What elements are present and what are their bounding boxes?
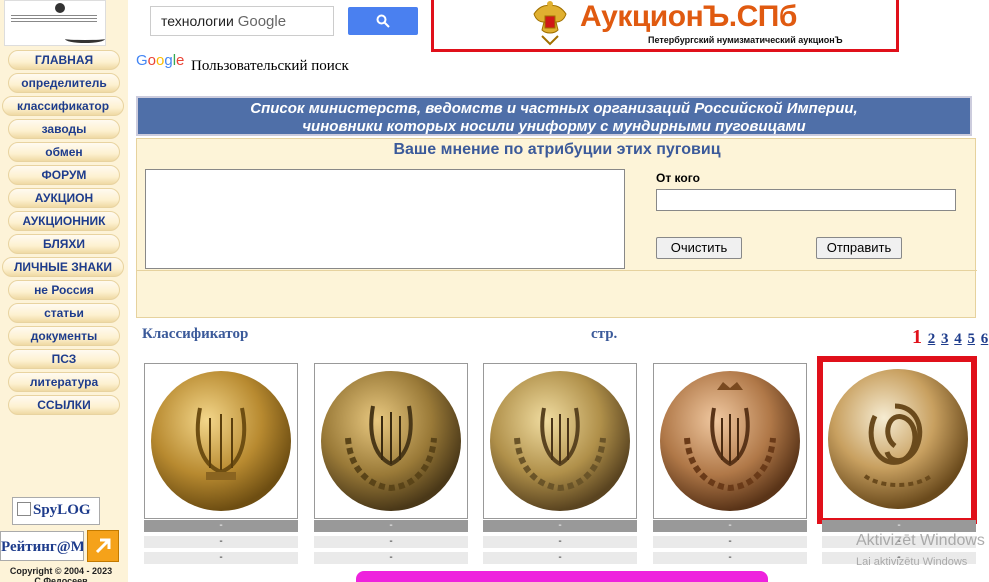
spylog-counter[interactable]: SpyLOG — [12, 497, 100, 525]
monogram-button-image — [828, 369, 968, 509]
nav-item-psz[interactable]: ПСЗ — [8, 349, 120, 369]
opinion-textarea[interactable] — [145, 169, 625, 269]
button-thumbnail-selected[interactable] — [817, 356, 977, 524]
button-thumbnail[interactable] — [483, 363, 637, 519]
google-logo: Google — [136, 52, 185, 69]
lyre-wreath-button-image — [490, 371, 630, 511]
nav-item-identifier[interactable]: определитель — [8, 73, 120, 93]
thumbnail-caption: - — [653, 552, 807, 564]
nav-item-exchange[interactable]: обмен — [8, 142, 120, 162]
page-link[interactable]: 2 — [928, 331, 936, 347]
nav-item-literature[interactable]: литература — [8, 372, 120, 392]
thumbnail-caption: - — [653, 520, 807, 532]
page-link[interactable]: 5 — [968, 331, 976, 347]
site-logo[interactable] — [4, 0, 106, 46]
search-button[interactable] — [348, 7, 418, 35]
page-label: стр. — [591, 326, 618, 342]
thumbnail-caption: - — [144, 520, 298, 532]
page-link[interactable]: 4 — [954, 331, 962, 347]
nav-item-classifier[interactable]: классификатор — [2, 96, 124, 116]
thumbnail-caption: - — [314, 536, 468, 548]
button-thumbnail[interactable] — [653, 363, 807, 519]
external-link-button[interactable] — [87, 530, 119, 562]
search-input[interactable]: технологии Google — [150, 6, 334, 36]
nav-item-forum[interactable]: ФОРУМ — [8, 165, 120, 185]
from-field[interactable] — [656, 189, 956, 211]
bottom-banner[interactable] — [356, 571, 768, 582]
send-button[interactable]: Отправить — [816, 237, 902, 259]
double-headed-eagle-icon — [533, 1, 567, 46]
page-current: 1 — [912, 326, 922, 348]
windows-activation-subtext: Lai aktivizētu Windows — [856, 556, 968, 568]
thumbnail-caption: - — [314, 552, 468, 564]
auction-banner[interactable]: АукционЪ.СПб Петербургский нумизматическ… — [431, 0, 899, 52]
lyre-crown-button-image — [660, 371, 800, 511]
opinion-form: Ваше мнение по атрибуции этих пуговиц От… — [136, 138, 977, 318]
thumbnail-caption: - — [483, 552, 637, 564]
arrow-up-right-icon — [95, 538, 111, 554]
nav-item-badges[interactable]: БЛЯХИ — [8, 234, 120, 254]
search-icon — [376, 14, 390, 28]
banner-subtitle: Петербургский нумизматический аукционЪ — [648, 35, 843, 45]
clear-button[interactable]: Очистить — [656, 237, 742, 259]
from-label: От кого — [656, 171, 700, 185]
lyre-wreath-button-image — [321, 371, 461, 511]
nav-item-articles[interactable]: статьи — [8, 303, 120, 323]
nav-item-documents[interactable]: документы — [8, 326, 120, 346]
classifier-label: Классификатор — [142, 326, 249, 342]
nav-item-auctioneer[interactable]: АУКЦИОННИК — [8, 211, 120, 231]
broken-image-icon — [17, 502, 31, 516]
opinion-title: Ваше мнение по атрибуции этих пуговиц — [393, 141, 721, 158]
banner-title: АукционЪ.СПб — [580, 0, 797, 33]
thumbnail-caption: - — [822, 520, 976, 532]
custom-search-label: Пользовательский поиск — [191, 58, 349, 74]
copyright-text: Copyright © 2004 - 2023 С.Федосеев — [9, 566, 113, 582]
windows-activation-watermark: Aktivizēt Windows — [856, 532, 985, 549]
lyre-button-image — [151, 371, 291, 511]
thumbnail-caption: - — [314, 520, 468, 532]
pagination: 1 2 3 4 5 6 — [912, 326, 988, 349]
nav-item-factories[interactable]: заводы — [8, 119, 120, 139]
thumbnail-caption: - — [483, 520, 637, 532]
page-link[interactable]: 3 — [941, 331, 949, 347]
thumbnail-caption: - — [483, 536, 637, 548]
nav-item-auction[interactable]: АУКЦИОН — [8, 188, 120, 208]
sidebar: ГЛАВНАЯ определитель классификатор завод… — [0, 0, 128, 582]
google-custom-search: технологии Google Google Пользовательски… — [136, 0, 432, 74]
main-content: Список министерств, ведомств и частных о… — [136, 74, 989, 582]
rating-counter[interactable]: Рейтинг@Mail.ru — [0, 531, 84, 561]
thumbnail-caption: - — [144, 536, 298, 548]
button-thumbnail[interactable] — [314, 363, 468, 519]
thumbnail-caption: - — [144, 552, 298, 564]
page-title: Список министерств, ведомств и частных о… — [136, 96, 972, 136]
nav-item-main[interactable]: ГЛАВНАЯ — [8, 50, 120, 70]
button-thumbnail[interactable] — [144, 363, 298, 519]
page-link[interactable]: 6 — [981, 331, 989, 347]
nav-item-links[interactable]: ССЫЛКИ — [8, 395, 120, 415]
nav-item-not-russia[interactable]: не Россия — [8, 280, 120, 300]
nav-item-personal-signs[interactable]: ЛИЧНЫЕ ЗНАКИ — [2, 257, 124, 277]
thumbnail-caption: - — [653, 536, 807, 548]
